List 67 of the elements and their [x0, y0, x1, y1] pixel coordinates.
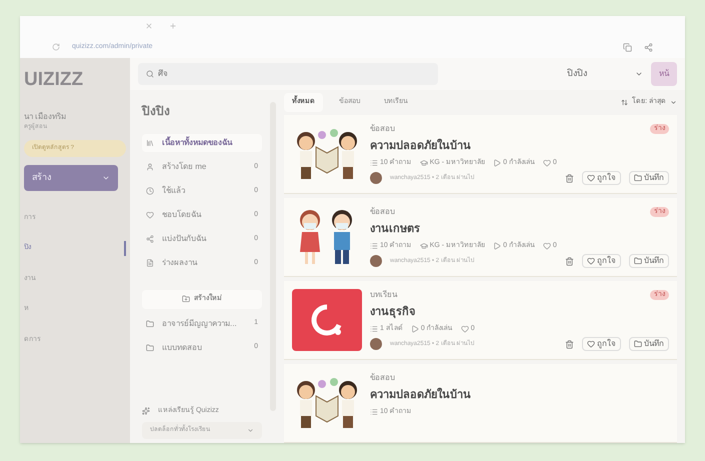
- filter-icon: [146, 211, 154, 219]
- heart-icon: [587, 257, 595, 265]
- close-tab-icon[interactable]: [145, 22, 153, 30]
- create-button[interactable]: สร้าง: [24, 164, 118, 190]
- heart-icon: [587, 340, 595, 348]
- sort-icon: [621, 99, 628, 106]
- avatar: [370, 172, 382, 184]
- content-type: ข้อสอบ: [370, 123, 395, 135]
- save-button[interactable]: บันทึก: [629, 254, 669, 268]
- content-type: ข้อสอบ: [370, 206, 395, 218]
- search-icon: [146, 70, 154, 78]
- avatar: [370, 255, 382, 267]
- meta-icon: [493, 242, 502, 250]
- library-title: ปิงปิง: [142, 103, 171, 120]
- quiz-title[interactable]: งานเกษตร: [370, 221, 669, 238]
- folder-plus-icon: [182, 295, 190, 304]
- folder-icon: [146, 344, 154, 352]
- account-dropdown[interactable]: ปิงปิง: [567, 67, 643, 81]
- filter-icon: [146, 139, 154, 147]
- folder-icon: [634, 174, 642, 182]
- reload-icon[interactable]: [52, 43, 60, 51]
- new-tab-icon[interactable]: [169, 22, 177, 30]
- meta-icon: [370, 242, 378, 250]
- trash-icon[interactable]: [565, 174, 574, 182]
- folder-icon: [634, 340, 642, 348]
- folder-icon: [634, 257, 642, 265]
- header-button[interactable]: หน้: [651, 62, 677, 86]
- caret-icon: [247, 427, 254, 434]
- meta-icon: [420, 158, 428, 167]
- save-button[interactable]: บันทึก: [629, 171, 669, 185]
- user-name: นา เมืองทริม: [24, 110, 68, 122]
- trash-icon[interactable]: [565, 340, 574, 348]
- filter-icon: [146, 235, 154, 243]
- content-type: ข้อสอบ: [370, 372, 395, 384]
- copy-icon[interactable]: [623, 42, 632, 52]
- filter-icon: [146, 187, 154, 195]
- caret-icon: [635, 70, 643, 78]
- quiz-title[interactable]: ความปลอดภัยในบ้าน: [370, 387, 669, 404]
- sparkle-icon: [142, 406, 150, 415]
- search-field[interactable]: ศึจ: [138, 63, 438, 85]
- meta-icon: [542, 242, 551, 250]
- filter-icon: [146, 259, 154, 267]
- meta-icon: [493, 158, 502, 167]
- filter-item[interactable]: เนื้อหาทั้งหมดของฉัน: [142, 134, 262, 152]
- meta-icon: [410, 324, 419, 333]
- folder-icon: [146, 320, 154, 328]
- save-button[interactable]: บันทึก: [629, 337, 669, 351]
- heart-icon: [587, 174, 595, 182]
- meta-icon: [370, 158, 378, 167]
- trash-icon[interactable]: [565, 256, 574, 266]
- caret-icon: [670, 99, 677, 106]
- like-button[interactable]: ถูกใจ: [582, 337, 621, 351]
- quiz-title[interactable]: งานธุรกิจ: [370, 304, 669, 320]
- filter-icon: [146, 163, 154, 171]
- share-icon[interactable]: [644, 42, 653, 52]
- meta-icon: [460, 324, 469, 333]
- q-logo-icon: [310, 303, 344, 337]
- meta-icon: [370, 408, 378, 416]
- logo-text: UIZIZZ: [23, 68, 84, 92]
- avatar: [370, 338, 382, 350]
- meta-icon: [542, 158, 551, 167]
- like-button[interactable]: ถูกใจ: [582, 171, 621, 185]
- quiz-title[interactable]: ความปลอดภัยในบ้าน: [370, 138, 669, 154]
- content-type: บทเรียน: [370, 289, 397, 301]
- meta-icon: [420, 242, 428, 250]
- like-button[interactable]: ถูกใจ: [582, 254, 621, 268]
- meta-icon: [370, 324, 378, 333]
